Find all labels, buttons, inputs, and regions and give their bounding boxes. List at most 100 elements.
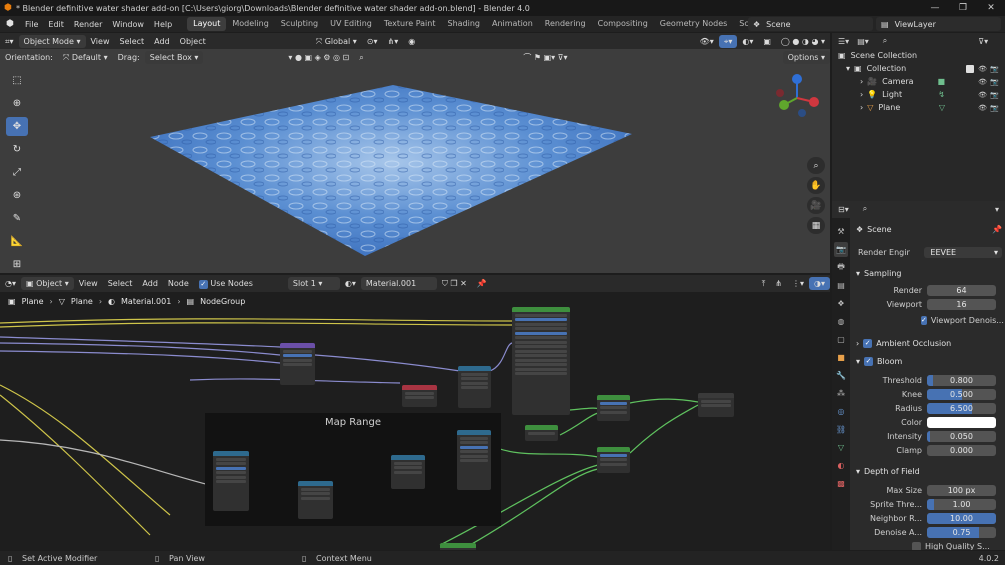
breadcrumb-mesh[interactable]: Plane	[71, 297, 93, 306]
node-menu-view[interactable]: View	[74, 277, 103, 290]
bloom-panel-header[interactable]: ▾ ✓ Bloom	[852, 354, 1002, 368]
eye-icon[interactable]: 👁	[978, 65, 987, 73]
outliner[interactable]: ☰▾ ▤▾ ⌕ ⊽▾ ▣ Scene Collection ▾ ▣ Collec…	[832, 33, 1005, 201]
node-principled-bsdf[interactable]	[512, 307, 570, 415]
expand-chevron-icon[interactable]: ›	[860, 77, 863, 86]
shading-modes[interactable]: ◯ ● ◑ ◕ ▾	[776, 35, 830, 48]
cursor-icon[interactable]: ⊕	[6, 94, 28, 113]
node-overlay-icon[interactable]: ◑▾	[809, 277, 830, 290]
outliner-item-plane[interactable]: › ▽ Plane ▽ 👁 📷	[832, 101, 1005, 114]
menu-edit[interactable]: Edit	[43, 20, 69, 29]
maximize-icon[interactable]: ❐	[949, 0, 977, 16]
bloom-clamp-field[interactable]: 0.000	[927, 444, 996, 456]
xray-icon[interactable]: ▣	[758, 35, 776, 48]
node-menu-select[interactable]: Select	[103, 277, 138, 290]
dof-neighbor-rejection-slider[interactable]: 10.00	[927, 512, 996, 524]
measure-icon[interactable]: 📐	[6, 232, 28, 251]
menu-render[interactable]: Render	[69, 20, 107, 29]
use-nodes-toggle[interactable]: ✓ Use Nodes	[194, 277, 258, 290]
node-logarithm[interactable]	[391, 455, 425, 489]
properties-options-icon[interactable]: ▾	[995, 205, 999, 214]
viewport-search-icon[interactable]: ⌕	[354, 51, 368, 64]
material-name-field[interactable]: Material.001	[360, 277, 437, 290]
outliner-scene-collection[interactable]: ▣ Scene Collection	[832, 49, 1005, 62]
drag-dropdown[interactable]: Select Box ▾	[144, 51, 204, 64]
dof-sprite-threshold-slider[interactable]: 1.00	[927, 498, 996, 510]
ambient-occlusion-panel-header[interactable]: › ✓ Ambient Occlusion	[852, 336, 1002, 350]
node-group-output[interactable]	[698, 393, 734, 417]
node-menu-add[interactable]: Add	[137, 277, 163, 290]
bloom-radius-slider[interactable]: 6.500	[927, 402, 996, 414]
render-camera-icon[interactable]: 📷	[990, 65, 999, 73]
viewport-menu-view[interactable]: View	[86, 35, 115, 48]
node-parent-icon[interactable]: ⤒	[757, 277, 771, 290]
ambient-occlusion-checkbox[interactable]: ✓	[863, 338, 873, 348]
node-editor-type-icon[interactable]: ◔▾	[0, 277, 21, 290]
node-menu-node[interactable]: Node	[163, 277, 194, 290]
bloom-checkbox[interactable]: ✓	[864, 356, 874, 366]
node-snap-dropdown[interactable]: ⋮▾	[787, 277, 809, 290]
eye-icon[interactable]: 👁	[978, 78, 987, 86]
minimize-icon[interactable]: —	[921, 0, 949, 16]
breadcrumb-material[interactable]: Material.001	[121, 297, 171, 306]
expand-chevron-icon[interactable]: ›	[860, 90, 863, 99]
perspective-grid-icon[interactable]: ▦	[807, 217, 825, 234]
node-mix-shader-bottom[interactable]	[597, 447, 630, 473]
close-icon[interactable]: ✕	[977, 0, 1005, 16]
node-volume-shader[interactable]	[440, 543, 476, 550]
navigation-gizmo[interactable]	[772, 73, 822, 123]
outliner-filter-icon[interactable]: ⊽▾	[978, 37, 988, 46]
viewport-menu-object[interactable]: Object	[175, 35, 211, 48]
viewport-samples-field[interactable]: 16	[927, 298, 996, 310]
depth-of-field-panel-header[interactable]: ▾ Depth of Field	[852, 464, 1002, 478]
object-mode-dropdown[interactable]: Object Mode ▾	[18, 34, 86, 48]
outliner-item-light[interactable]: › 💡 Light ↯ 👁 📷	[832, 88, 1005, 101]
node-mix[interactable]	[458, 366, 491, 408]
node-transparent-bsdf[interactable]	[525, 425, 558, 441]
render-camera-icon[interactable]: 📷	[990, 91, 999, 99]
node-mix-shader-top[interactable]	[597, 395, 630, 421]
3d-viewport[interactable]: ⌗▾ Object Mode ▾ View Select Add Object …	[0, 33, 830, 273]
scene-tab-icon[interactable]: ❖	[834, 296, 848, 311]
tab-uv-editing[interactable]: UV Editing	[324, 17, 378, 31]
render-tab-icon[interactable]: 📷	[834, 242, 848, 257]
options-dropdown[interactable]: Options ▾	[782, 51, 830, 64]
properties-search-icon[interactable]: ⌕	[863, 204, 867, 214]
pin-icon[interactable]: 📌	[472, 277, 492, 290]
view-layer-selector[interactable]: ▤ ViewLayer	[876, 17, 1001, 31]
viewport-shading-icons[interactable]: ▾ ● ▣ ◈ ⚙ ◎ ⊡	[283, 51, 354, 64]
tab-animation[interactable]: Animation	[486, 17, 539, 31]
panel-expand-chevron-icon[interactable]: ▾	[856, 269, 860, 278]
menu-help[interactable]: Help	[149, 20, 177, 29]
collapse-chevron-icon[interactable]: ▾	[846, 64, 850, 73]
view-layer-tab-icon[interactable]: ▤	[834, 278, 848, 293]
node-editor[interactable]: Map Range ◔▾ ▣ Object ▾ View Select Add …	[0, 275, 830, 550]
panel-expand-chevron-icon[interactable]: ▾	[856, 467, 860, 476]
snap-node-icon[interactable]: ⋔	[770, 277, 787, 290]
properties-type-icon[interactable]: ⊟▾	[838, 205, 849, 214]
display-mode-icon[interactable]: ▤▾	[857, 37, 869, 46]
eye-icon[interactable]: 👁	[978, 91, 987, 99]
annotate-icon[interactable]: ✎	[6, 209, 28, 228]
scale-icon[interactable]: ⤢	[6, 163, 28, 182]
orientation-dropdown[interactable]: ⤧ Default ▾	[58, 51, 113, 64]
rotate-icon[interactable]: ↻	[6, 140, 28, 159]
tab-shading[interactable]: Shading	[441, 17, 486, 31]
physics-tab-icon[interactable]: ◎	[834, 404, 848, 419]
pin-context-icon[interactable]: 📌	[992, 225, 1002, 234]
editor-type-icon[interactable]: ⌗▾	[0, 35, 19, 48]
tab-modeling[interactable]: Modeling	[226, 17, 274, 31]
tool-tab-icon[interactable]: ⚒	[834, 224, 848, 239]
sampling-panel-header[interactable]: ▾ Sampling	[852, 266, 1002, 280]
viewport-menu-add[interactable]: Add	[149, 35, 175, 48]
material-actions-icons[interactable]: ⛉ ❐ ✕	[437, 277, 472, 290]
eye-icon[interactable]: 👁	[978, 104, 987, 112]
collection-checkbox[interactable]	[966, 64, 974, 73]
node-map-range-1[interactable]	[213, 451, 249, 511]
material-tab-icon[interactable]: ◐	[834, 458, 848, 473]
camera-view-icon[interactable]: 🎥	[807, 197, 825, 214]
material-browse-icon[interactable]: ◐▾	[340, 277, 361, 290]
move-icon[interactable]: ✥	[6, 117, 28, 136]
object-tab-icon[interactable]: ■	[834, 350, 848, 365]
proportional-edit-icon[interactable]: ◉	[403, 35, 420, 48]
